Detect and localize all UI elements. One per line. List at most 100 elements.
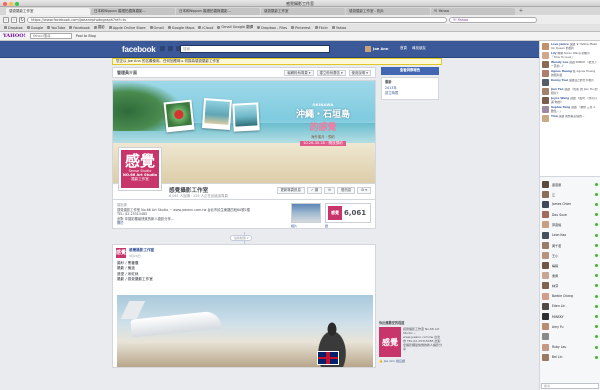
message-icon-button[interactable]: ✉ <box>324 187 335 194</box>
ticker-item[interactable]: Sophie Tang 說讚 「聯想 三星 A 數位...」 <box>542 106 598 113</box>
bookmark-item[interactable]: Flickr <box>314 26 328 30</box>
chat-friend[interactable]: Eden Lin <box>540 301 600 311</box>
cover-polaroid-2-image <box>204 100 230 125</box>
bookmark-item[interactable]: 攝影 <box>93 25 105 30</box>
reload-button[interactable]: ↻ <box>19 16 25 23</box>
ticker-item[interactable]: Wendy Lee 說讚 KKBOX 《聽見下一首的...》 <box>542 61 598 68</box>
ad-image[interactable]: 感覺 <box>379 327 401 357</box>
photos-thumbnail[interactable] <box>291 203 321 223</box>
tab-3[interactable]: 日本和Nippon 婚禮拍攝與攝影... <box>176 8 260 15</box>
cover-headline: OKINAWA 沖繩・石垣島 的感覺 海外蜜月・預約 10.26-30.28・開… <box>273 103 373 146</box>
address-bar[interactable]: https://www.facebook.com/joeannphotograp… <box>27 16 447 23</box>
yahoo-search-input[interactable]: Yahoo!搜尋 <box>29 33 72 39</box>
chat-search-input[interactable]: 搜尋 <box>541 383 599 389</box>
ticker-item[interactable]: Lily 剛剛 Soren Wang 的相片 「How To Love」 <box>542 52 598 59</box>
likes-box[interactable]: 感覺 6,061 <box>325 203 371 223</box>
bookmark-item[interactable]: Yahoo <box>331 26 346 30</box>
chat-friend[interactable] <box>540 332 600 342</box>
ticker-item[interactable]: Love Janice 說讚 ★ HeShe Make Up Queen 的相片 <box>542 43 598 50</box>
facebook-logo[interactable]: facebook <box>122 45 156 54</box>
bookmark-item[interactable]: iCloud <box>198 26 213 30</box>
post-author[interactable]: 感覺攝影工作室 <box>129 248 375 253</box>
bookmark-item[interactable]: Gmail Google 翻譯 <box>217 25 253 30</box>
bookmark-item[interactable]: Gmail <box>149 26 164 30</box>
bookmark-item[interactable]: Facebook <box>69 26 90 30</box>
messages-icon[interactable] <box>168 46 173 51</box>
likes-label[interactable]: 讚 <box>325 224 328 228</box>
bookmark-icon <box>291 26 295 29</box>
chat-friend[interactable]: 康嘉豪 <box>540 179 600 189</box>
tab-5[interactable]: 感覺攝影工作室 - 相片 <box>346 8 430 15</box>
bookmark-item[interactable]: Apple Online Store <box>108 26 146 30</box>
nav-find-friends[interactable]: 尋找朋友 <box>412 46 426 51</box>
chat-friend[interactable]: 郭嘉儀 <box>540 220 600 230</box>
tab-4[interactable]: 感覺攝影工作室 <box>261 8 345 15</box>
chat-friend[interactable]: MINSKY <box>540 311 600 321</box>
voice-switch-notice[interactable]: 您正以 Joe Ann 的名義使用。任何回應時 ▸ 切換為感覺攝影工作室 <box>112 58 442 65</box>
avatar <box>542 97 549 104</box>
new-tab-button[interactable]: + <box>516 8 526 15</box>
profile-logo-label: 攝影工作室 <box>131 177 149 181</box>
about-link[interactable]: 關於 <box>117 221 277 226</box>
timeline-nav-founded[interactable]: 創立時間 <box>385 91 435 97</box>
tab-1[interactable]: 感覺攝影工作室 <box>6 8 90 15</box>
yahoo-toolbar-item[interactable]: Pool to Blog <box>76 34 96 38</box>
chat-friend[interactable]: 楊毅 <box>540 261 600 271</box>
online-status-icon <box>595 253 598 257</box>
send-message-button[interactable]: 發訊息 <box>337 187 356 194</box>
ticker-item[interactable]: Tina 說讚 我想看這個的... <box>542 115 598 122</box>
help-button[interactable]: 使用說明 ▾ <box>348 69 371 76</box>
chat-friend[interactable]: 王小 <box>540 250 600 260</box>
ticker-item[interactable]: Jian Fan 說讚 《知名 的 Jian Hu 的相片》 <box>542 88 598 95</box>
page-profile-picture[interactable]: 感覺 Sense Studio NO.66 Art Studio 攝影工作室 <box>118 147 162 191</box>
cover-polaroid-1 <box>163 99 195 133</box>
bookmark-item[interactable]: Google <box>26 26 43 30</box>
nav-home[interactable]: 首頁 <box>400 46 407 51</box>
chat-friend[interactable]: Barbie Chang <box>540 291 600 301</box>
photos-label[interactable]: 相片 <box>291 224 297 228</box>
ticker-item[interactable]: Joyce Wang 說讚 《如何 《也可以講 你的》 <box>542 97 598 104</box>
facebook-search-input[interactable]: 搜尋 <box>180 45 330 53</box>
bookmark-item[interactable]: Dropbox - Files <box>257 26 287 30</box>
timeline-filter-button[interactable]: 最新動態 ▾ <box>230 235 253 241</box>
ad-content[interactable]: 感覺 感覺攝影工作室 No.66 Art Studio ~ www.joeann… <box>379 327 443 357</box>
bookmark-item[interactable]: YouTube <box>47 26 65 30</box>
view-insights-button[interactable]: 查看洞察報告 <box>381 67 439 75</box>
admin-panel-title[interactable]: 管理員介面 <box>117 70 281 76</box>
tab-6[interactable]: Y! Yahoo <box>431 8 515 15</box>
friend-requests-icon[interactable] <box>160 46 165 51</box>
post-timestamp[interactable]: 8月29日 · <box>129 254 375 258</box>
ad-like-line[interactable]: 👍 Joe Ann 說這讚 <box>379 359 443 363</box>
bookmark-item[interactable]: Pinterest <box>291 26 311 30</box>
create-ad-button[interactable]: 建立粉絲廣告 ▾ <box>316 69 346 76</box>
chat-friend[interactable]: 林芬 <box>540 281 600 291</box>
like-button[interactable]: ✓ 讚 <box>306 187 323 194</box>
chat-friend[interactable]: Ruby Lau <box>540 342 600 352</box>
back-button[interactable]: ‹ <box>3 16 9 23</box>
chat-friend[interactable]: Amy Fu <box>540 322 600 332</box>
forward-button[interactable]: › <box>11 16 17 23</box>
chat-friend[interactable]: 江 <box>540 189 600 199</box>
yahoo-logo[interactable]: YAHOO! <box>3 33 26 39</box>
chat-friend[interactable]: Bel Lin <box>540 352 600 362</box>
user-profile-link[interactable]: Joe Ann <box>365 46 388 52</box>
post-avatar[interactable]: 感覺 <box>116 248 126 258</box>
ticker-item[interactable]: Agnes Huang 在 Agnes Huang 的相片讚 <box>542 70 598 77</box>
ticker-item[interactable]: Kenny Tsai 說讚自己的分享相片 <box>542 79 598 86</box>
chat-friend[interactable]: James Chien <box>540 199 600 209</box>
settings-gear-button[interactable]: ⚙ ▾ <box>357 187 371 194</box>
update-info-button[interactable]: 更新專頁訊息 <box>276 187 305 194</box>
activity-ticker: Love Janice 說讚 ★ HeShe Make Up Queen 的相片… <box>540 41 600 177</box>
chat-friend[interactable]: Dou Suve <box>540 210 600 220</box>
post-photo[interactable] <box>117 295 373 367</box>
avatar <box>542 70 549 77</box>
avatar <box>542 190 549 198</box>
tab-2[interactable]: 日本和Nippon 婚禮拍攝與攝影... <box>91 8 175 15</box>
chat-friend[interactable]: 黃千若 <box>540 240 600 250</box>
edit-page-button[interactable]: 編輯粉絲專頁 ▾ <box>284 69 314 76</box>
chat-friend[interactable]: Leon Kao <box>540 230 600 240</box>
chat-friend[interactable]: 吳佩 <box>540 271 600 281</box>
browser-search-field[interactable]: Y! Yahoo <box>449 16 537 23</box>
bookmark-item[interactable]: Dropbox <box>4 26 23 30</box>
bookmark-item[interactable]: Google Maps <box>167 26 194 30</box>
